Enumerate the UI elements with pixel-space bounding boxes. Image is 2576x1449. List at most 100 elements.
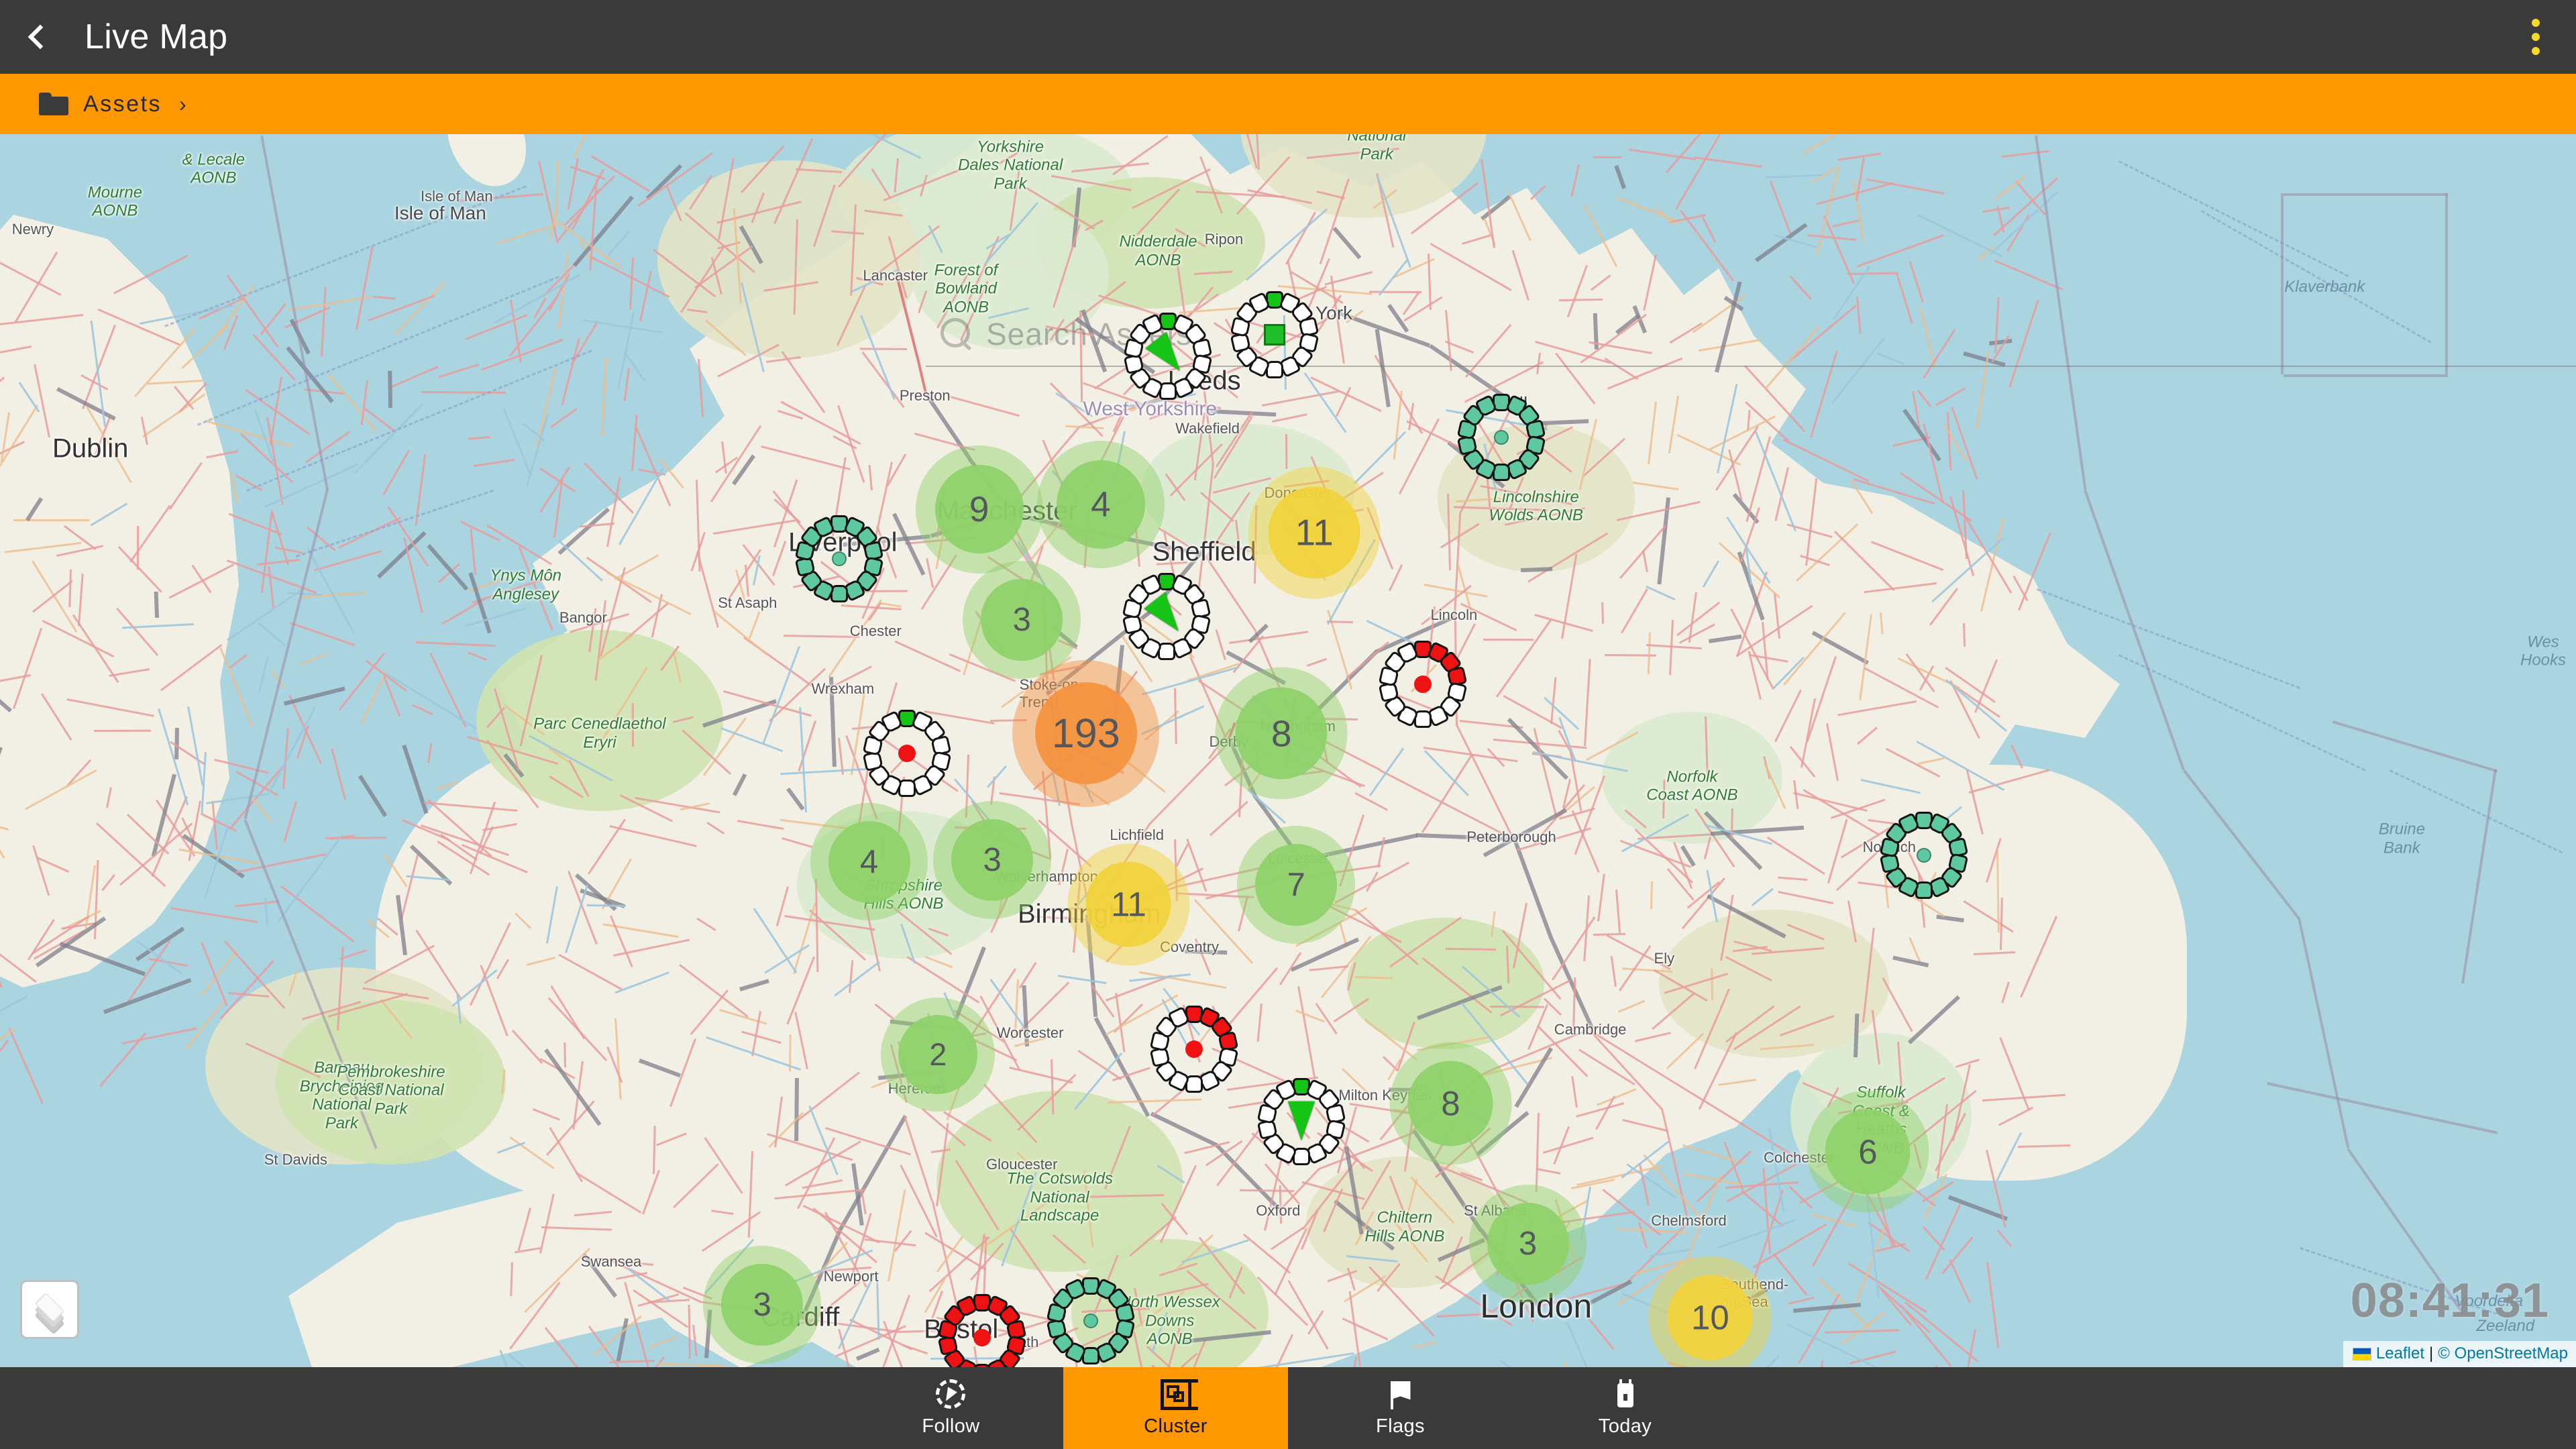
asset-ring-marker[interactable] bbox=[1454, 390, 1548, 484]
cluster-marker[interactable]: 3 bbox=[1468, 1185, 1587, 1303]
cluster-count: 2 bbox=[929, 1036, 947, 1073]
nav-spacer-right bbox=[1737, 1367, 2576, 1449]
flag-icon bbox=[1385, 1379, 1416, 1410]
cluster-marker[interactable]: 9 bbox=[915, 445, 1043, 574]
road-segment bbox=[1730, 808, 1733, 839]
cluster-marker[interactable]: 3 bbox=[933, 801, 1051, 919]
leaflet-link[interactable]: Leaflet bbox=[2376, 1344, 2424, 1363]
nav-label-today: Today bbox=[1598, 1415, 1652, 1437]
road-segment bbox=[93, 729, 151, 732]
heading-arrow-icon bbox=[1287, 1102, 1315, 1141]
nav-item-cluster[interactable]: Cluster bbox=[1063, 1367, 1288, 1449]
cluster-count: 3 bbox=[1012, 601, 1031, 638]
alert-dot-icon bbox=[1413, 675, 1432, 693]
follow-icon bbox=[935, 1379, 967, 1410]
cluster-count: 193 bbox=[1051, 710, 1120, 757]
cluster-count: 3 bbox=[983, 842, 1002, 879]
asset-ring-marker[interactable] bbox=[1121, 309, 1215, 403]
cluster-count: 11 bbox=[1110, 885, 1146, 924]
asset-ring-marker[interactable] bbox=[792, 512, 886, 606]
clock-overlay: 08:41:31 bbox=[2350, 1274, 2549, 1328]
cluster-marker[interactable]: 11 bbox=[1248, 466, 1381, 599]
maritime-boundary bbox=[2284, 374, 2448, 378]
maritime-boundary bbox=[2445, 193, 2448, 375]
asset-ring-marker[interactable] bbox=[1877, 808, 1971, 902]
folder-icon bbox=[39, 93, 68, 115]
breadcrumb-separator-icon: › bbox=[179, 91, 186, 116]
road-segment bbox=[1368, 290, 1421, 293]
map-attribution: Leaflet | © OpenStreetMap bbox=[2343, 1341, 2576, 1367]
alert-dot-icon bbox=[973, 1328, 991, 1346]
live-map-screen: Live Map Assets › Dublin Newry Mourne AONB… bbox=[0, 0, 2576, 1449]
alert-dot-icon bbox=[1185, 1040, 1203, 1059]
app-bar: Live Map bbox=[0, 0, 2576, 74]
cluster-marker[interactable]: 4 bbox=[810, 802, 928, 921]
search-icon bbox=[939, 317, 974, 352]
cluster-count: 8 bbox=[1441, 1084, 1460, 1123]
asset-hub-icon bbox=[1916, 847, 1931, 863]
layers-control-button[interactable] bbox=[20, 1280, 79, 1339]
breadcrumb-item-assets[interactable]: Assets bbox=[83, 91, 162, 117]
cluster-marker[interactable]: 11 bbox=[1067, 843, 1190, 966]
cluster-count: 3 bbox=[753, 1286, 771, 1323]
road-segment bbox=[1285, 433, 1288, 469]
cluster-marker[interactable]: 8 bbox=[1389, 1042, 1512, 1165]
cluster-marker[interactable]: 3 bbox=[963, 561, 1081, 679]
road-segment bbox=[859, 347, 907, 350]
map-viewport[interactable]: Dublin Newry Mourne AONB & Lecale AONB Isle … bbox=[0, 134, 2576, 1367]
asset-ring-marker[interactable] bbox=[1147, 1002, 1241, 1096]
asset-hub-icon bbox=[1083, 1313, 1099, 1329]
layers-icon bbox=[31, 1292, 68, 1335]
attribution-divider: | bbox=[2428, 1344, 2434, 1362]
nav-item-follow[interactable]: Follow bbox=[839, 1367, 1063, 1449]
maritime-boundary bbox=[2281, 193, 2284, 375]
road-segment bbox=[631, 702, 634, 747]
road-segment bbox=[154, 592, 159, 618]
cluster-marker[interactable]: 3 bbox=[703, 1245, 822, 1364]
cluster-count: 7 bbox=[1287, 866, 1305, 903]
cluster-count: 10 bbox=[1691, 1298, 1729, 1337]
road-segment bbox=[1483, 638, 1534, 641]
nav-spacer-left bbox=[0, 1367, 839, 1449]
cluster-marker[interactable]: 10 bbox=[1648, 1256, 1772, 1367]
asset-ring-marker[interactable] bbox=[1120, 570, 1214, 663]
cluster-count: 4 bbox=[859, 843, 879, 880]
back-chevron-icon bbox=[28, 24, 53, 50]
cluster-marker[interactable]: 6 bbox=[1807, 1090, 1929, 1213]
cluster-icon bbox=[1160, 1379, 1198, 1410]
asset-ring-marker[interactable] bbox=[1044, 1274, 1138, 1367]
heading-arrow-icon bbox=[1145, 332, 1191, 380]
cluster-marker[interactable]: 193 bbox=[1012, 659, 1160, 807]
alert-dot-icon bbox=[898, 744, 916, 762]
cluster-count: 4 bbox=[1091, 484, 1111, 525]
nav-item-flags[interactable]: Flags bbox=[1288, 1367, 1513, 1449]
cluster-count: 11 bbox=[1295, 511, 1334, 553]
asset-ring-marker[interactable] bbox=[1376, 637, 1470, 731]
nav-item-today[interactable]: Today bbox=[1513, 1367, 1737, 1449]
cluster-marker[interactable]: 4 bbox=[1036, 441, 1165, 569]
road-segment bbox=[388, 370, 392, 408]
ukraine-flag-icon bbox=[2352, 1347, 2371, 1360]
cluster-count: 3 bbox=[1518, 1225, 1538, 1262]
asset-ring-marker[interactable] bbox=[1228, 288, 1322, 382]
cluster-marker[interactable]: 8 bbox=[1215, 667, 1348, 800]
bottom-navigation: Follow Cluster Flags Today bbox=[0, 1367, 2576, 1449]
openstreetmap-link[interactable]: © OpenStreetMap bbox=[2438, 1344, 2568, 1363]
asset-ring-marker[interactable] bbox=[860, 706, 954, 800]
page-title: Live Map bbox=[85, 17, 228, 56]
overflow-menu-button[interactable] bbox=[2496, 0, 2576, 74]
road-segment bbox=[13, 519, 89, 521]
cluster-marker[interactable]: 7 bbox=[1237, 826, 1356, 944]
heading-arrow-icon bbox=[1144, 592, 1189, 640]
park-area bbox=[276, 1000, 506, 1165]
asset-ring-marker[interactable] bbox=[935, 1291, 1029, 1367]
road-segment bbox=[1490, 1006, 1545, 1008]
cluster-count: 6 bbox=[1858, 1132, 1878, 1171]
back-button[interactable] bbox=[0, 0, 74, 74]
cluster-marker[interactable]: 2 bbox=[881, 997, 996, 1112]
cluster-count: 8 bbox=[1271, 712, 1292, 755]
asset-ring-marker[interactable] bbox=[1254, 1075, 1348, 1169]
park-area bbox=[1601, 712, 1783, 844]
asset-hub-icon bbox=[832, 551, 847, 567]
cluster-count: 9 bbox=[969, 489, 989, 529]
